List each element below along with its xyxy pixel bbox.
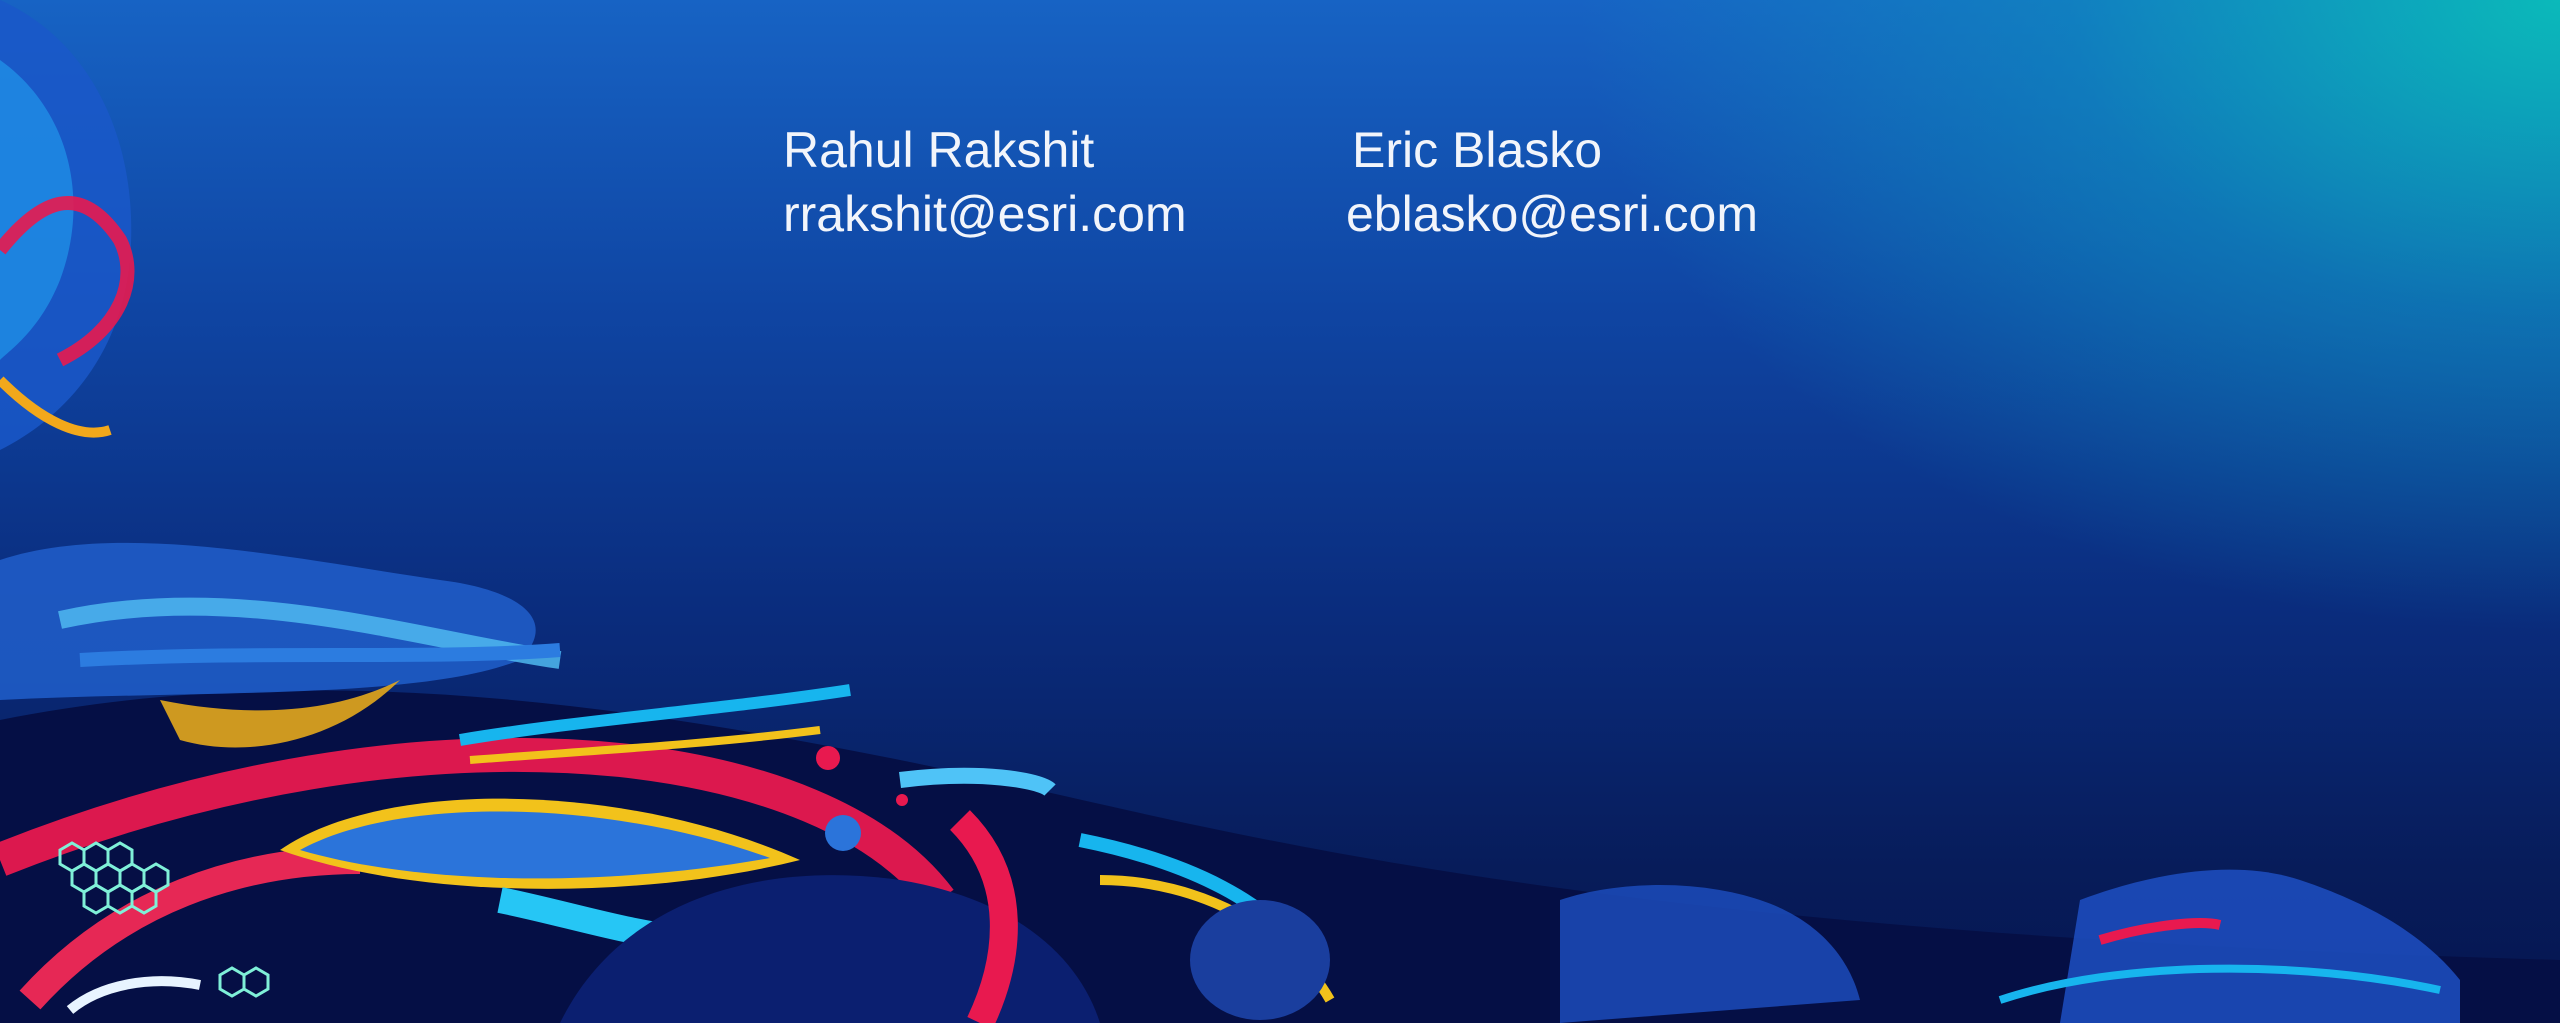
contact-name: Rahul Rakshit [783, 122, 1095, 178]
decorative-map-artwork [0, 0, 2560, 1023]
contact-card-2: Eric Blasko eblasko@esri.com [1346, 118, 1758, 246]
artwork-dot [896, 794, 908, 806]
contact-email[interactable]: eblasko@esri.com [1346, 182, 1758, 246]
artwork-dot [816, 746, 840, 770]
artwork-orb [1190, 900, 1330, 1020]
contact-email[interactable]: rrakshit@esri.com [783, 182, 1187, 246]
contact-card-1: Rahul Rakshit rrakshit@esri.com [783, 118, 1187, 246]
artwork-blue-band [79, 643, 561, 667]
artwork-map-shape-2 [2060, 869, 2460, 1023]
artwork-map-shape [1560, 885, 1860, 1023]
slide: Rahul Rakshit rrakshit@esri.com Eric Bla… [0, 0, 2560, 1023]
artwork-dot [825, 815, 861, 851]
contact-name: Eric Blasko [1352, 122, 1603, 178]
